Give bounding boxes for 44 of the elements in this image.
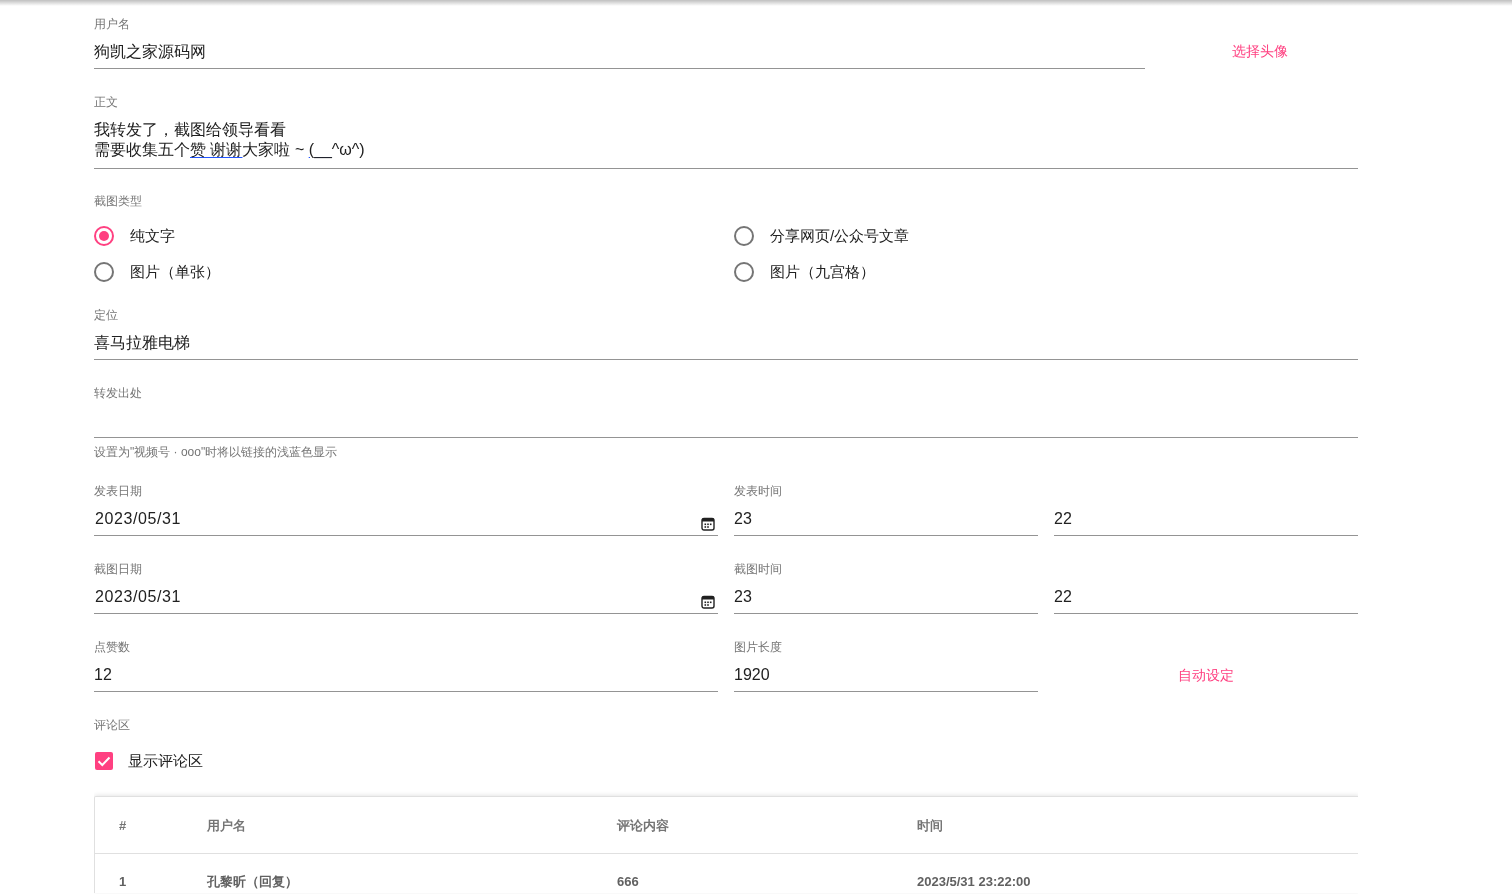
- field-label: 截图时间: [734, 561, 782, 577]
- radio-label[interactable]: 图片（单张）: [130, 260, 220, 284]
- table-cell: 2023/5/31 23:22:00: [917, 874, 1031, 889]
- date-field[interactable]: 2023/05/31: [94, 581, 718, 614]
- column-header: 时间: [917, 818, 943, 833]
- field-label: 评论区: [94, 717, 130, 733]
- calendar-icon[interactable]: [701, 517, 715, 531]
- field-label: 点赞数: [94, 639, 130, 655]
- text-field[interactable]: 狗凯之家源码网: [94, 36, 1145, 69]
- text-field[interactable]: 22: [1054, 503, 1358, 536]
- column-header: #: [119, 818, 127, 833]
- date-field[interactable]: 2023/05/31: [94, 503, 718, 536]
- radio-button[interactable]: [734, 262, 754, 282]
- field-label: 转发出处: [94, 385, 142, 401]
- text-field[interactable]: 12: [94, 659, 718, 692]
- radio-label[interactable]: 分享网页/公众号文章: [770, 224, 910, 248]
- radio-button[interactable]: [734, 226, 754, 246]
- field-label: 定位: [94, 307, 118, 323]
- field-label: 发表日期: [94, 483, 142, 499]
- radio-button[interactable]: [94, 262, 114, 282]
- text-field[interactable]: 1920: [734, 659, 1038, 692]
- radio-label[interactable]: 纯文字: [130, 224, 175, 248]
- checkbox[interactable]: [95, 752, 113, 770]
- helper-text: 设置为"视频号 · ooo"时将以链接的浅蓝色显示: [94, 444, 338, 460]
- table-cell: 666: [617, 874, 639, 889]
- table-cell: 1: [119, 874, 127, 889]
- field-label: 截图类型: [94, 193, 142, 209]
- field-label: 正文: [94, 94, 118, 110]
- text-field[interactable]: 22: [1054, 581, 1358, 614]
- field-label: 图片长度: [734, 639, 782, 655]
- column-header: 用户名: [207, 818, 246, 833]
- text-field[interactable]: 23: [734, 503, 1038, 536]
- table-cell: 孔黎昕（回复）: [207, 874, 298, 889]
- radio-label[interactable]: 图片（九宫格）: [770, 260, 875, 284]
- textarea-field[interactable]: 我转发了，截图给领导看看 需要收集五个赞 谢谢大家啦 ~ (__^ω^): [94, 114, 1358, 169]
- text-field[interactable]: 23: [734, 581, 1038, 614]
- checkbox-label[interactable]: 显示评论区: [128, 749, 203, 773]
- radio-button[interactable]: [94, 226, 114, 246]
- field-label: 发表时间: [734, 483, 782, 499]
- text-field[interactable]: 喜马拉雅电梯: [94, 327, 1358, 360]
- field-label: 用户名: [94, 16, 130, 32]
- calendar-icon[interactable]: [701, 595, 715, 609]
- column-header: 评论内容: [617, 818, 669, 833]
- field-label: 截图日期: [94, 561, 142, 577]
